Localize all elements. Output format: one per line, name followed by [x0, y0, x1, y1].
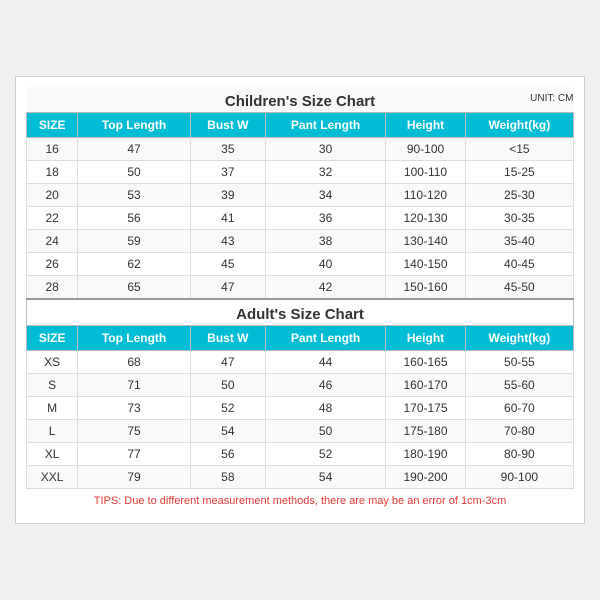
table-row: 18 50 37 32 100-110 15-25: [27, 161, 574, 184]
chart-container: Children's Size Chart UNIT: CM SIZE Top …: [15, 76, 585, 524]
table-row: S 71 50 46 160-170 55-60: [27, 374, 574, 397]
children-title: Children's Size Chart UNIT: CM: [27, 87, 574, 112]
table-row: 26 62 45 40 140-150 40-45: [27, 253, 574, 276]
col-bust-w-adult: Bust W: [190, 326, 265, 351]
col-bust-w: Bust W: [190, 113, 265, 138]
col-size: SIZE: [27, 113, 78, 138]
col-size-adult: SIZE: [27, 326, 78, 351]
adult-title: Adult's Size Chart: [27, 300, 573, 325]
height: 90-100: [386, 138, 465, 161]
top-length: 47: [78, 138, 191, 161]
unit-label: UNIT: CM: [530, 93, 573, 104]
children-header-row: SIZE Top Length Bust W Pant Length Heigh…: [27, 113, 574, 138]
table-row: 16 47 35 30 90-100 <15: [27, 138, 574, 161]
table-row: M 73 52 48 170-175 60-70: [27, 397, 574, 420]
weight: <15: [465, 138, 573, 161]
col-height: Height: [386, 113, 465, 138]
col-top-length-adult: Top Length: [78, 326, 191, 351]
table-row: 28 65 47 42 150-160 45-50: [27, 276, 574, 300]
bust-w: 35: [190, 138, 265, 161]
table-row: 22 56 41 36 120-130 30-35: [27, 207, 574, 230]
tips-row: TIPS: Due to different measurement metho…: [27, 489, 574, 514]
table-row: XS 68 47 44 160-165 50-55: [27, 351, 574, 374]
tips-text: TIPS: Due to different measurement metho…: [27, 489, 574, 514]
table-row: 20 53 39 34 110-120 25-30: [27, 184, 574, 207]
adult-header-row: SIZE Top Length Bust W Pant Length Heigh…: [27, 326, 574, 351]
col-height-adult: Height: [386, 326, 465, 351]
size: 16: [27, 138, 78, 161]
col-pant-length: Pant Length: [265, 113, 385, 138]
pant-length: 30: [265, 138, 385, 161]
col-weight: Weight(kg): [465, 113, 573, 138]
table-row: 24 59 43 38 130-140 35-40: [27, 230, 574, 253]
col-top-length: Top Length: [78, 113, 191, 138]
table-row: XL 77 56 52 180-190 80-90: [27, 443, 574, 466]
table-row: L 75 54 50 175-180 70-80: [27, 420, 574, 443]
table-row: XXL 79 58 54 190-200 90-100: [27, 466, 574, 489]
col-pant-length-adult: Pant Length: [265, 326, 385, 351]
col-weight-adult: Weight(kg): [465, 326, 573, 351]
